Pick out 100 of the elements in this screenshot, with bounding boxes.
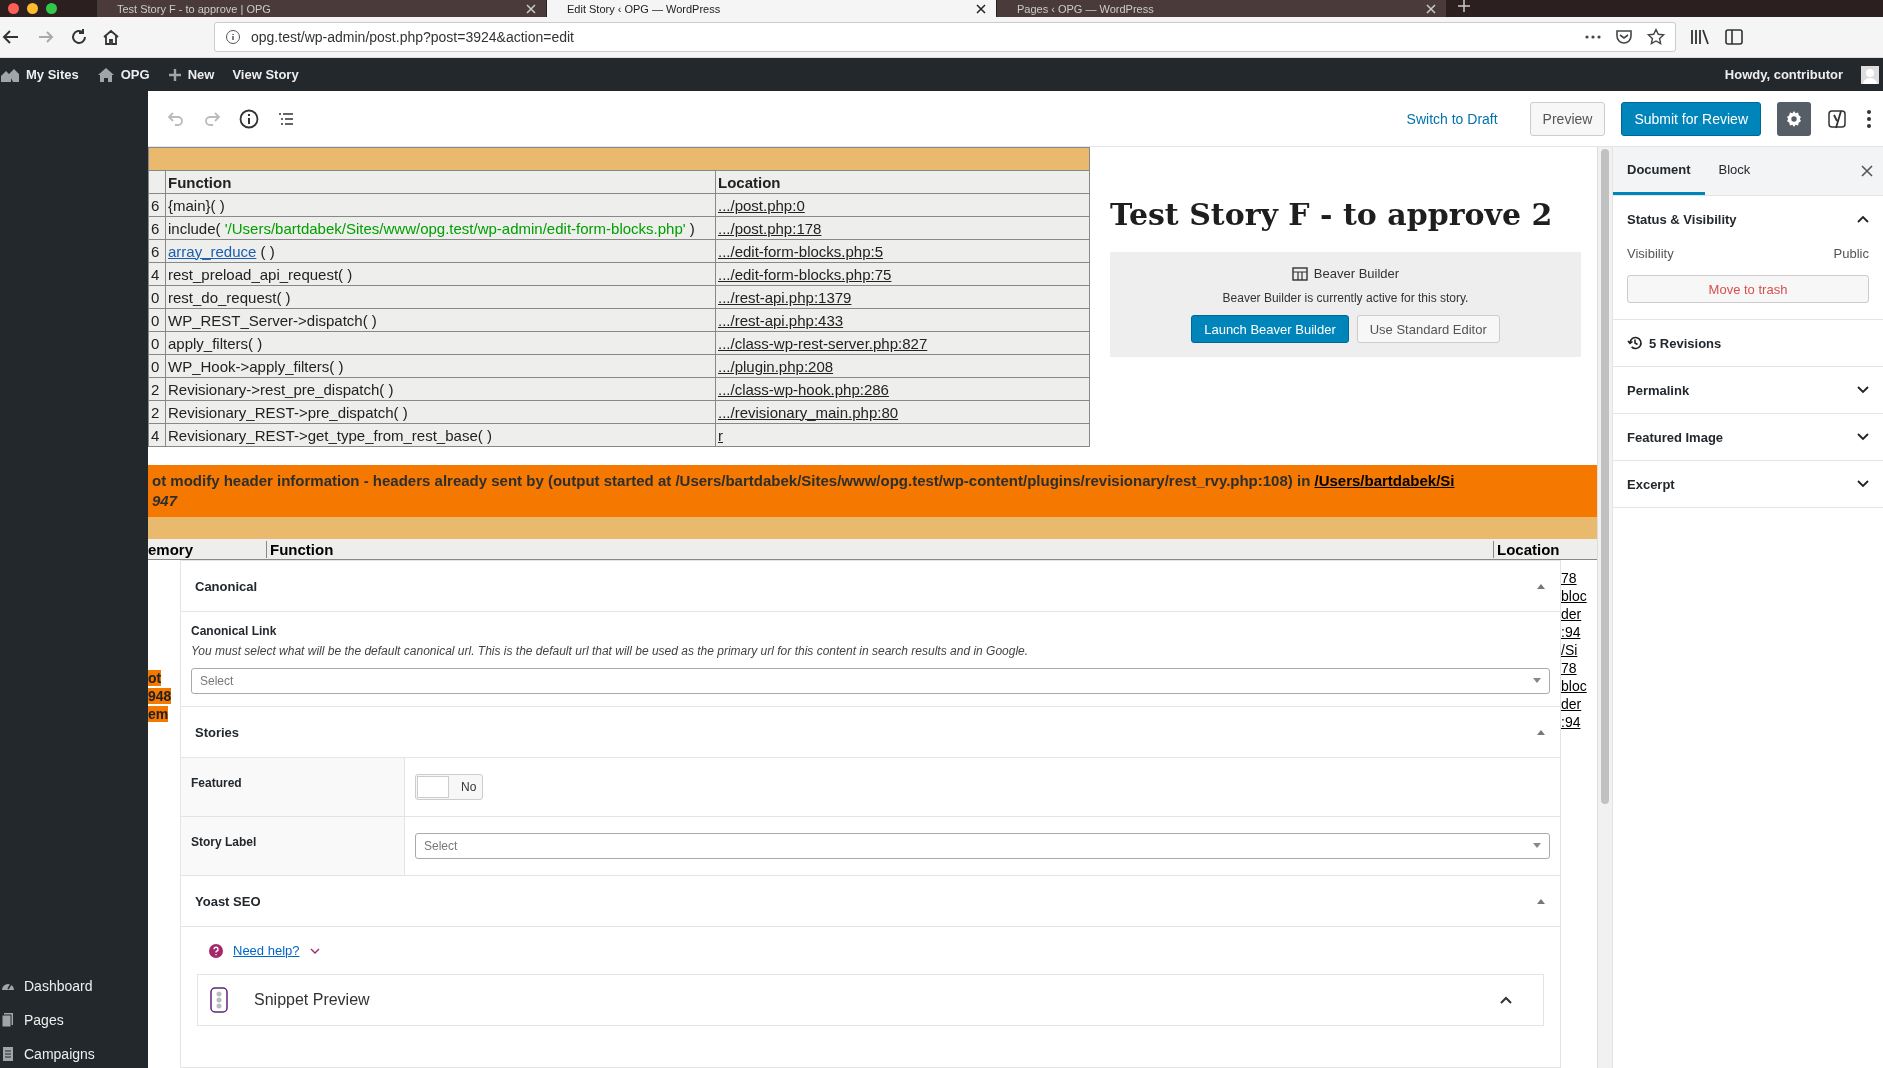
location-link[interactable]: der: [1561, 606, 1582, 622]
table-cell: 6: [148, 193, 166, 217]
story-label-select[interactable]: Select: [415, 833, 1550, 859]
table-cell: 6: [148, 216, 166, 240]
column-header: emory: [148, 540, 267, 558]
location-link[interactable]: :94: [1561, 714, 1581, 730]
houses-icon: [0, 66, 20, 83]
browser-tab[interactable]: Edit Story ‹ OPG — WordPress: [546, 0, 996, 17]
account-greeting[interactable]: Howdy, contributor: [1724, 67, 1843, 82]
chevron-up-icon[interactable]: [1499, 995, 1513, 1005]
chevron-icon[interactable]: [1857, 480, 1869, 488]
location-link[interactable]: .../class-wp-rest-server.php:827: [715, 331, 1090, 355]
avatar-icon[interactable]: [1861, 65, 1879, 84]
location-link[interactable]: .../revisionary_main.php:80: [715, 400, 1090, 424]
chevron-icon[interactable]: [1857, 215, 1869, 223]
collapse-icon[interactable]: [1536, 897, 1546, 905]
yoast-panel-header[interactable]: Yoast SEO: [181, 876, 1560, 927]
location-link[interactable]: der: [1561, 696, 1582, 712]
star-icon[interactable]: [1647, 28, 1665, 46]
chevron-icon[interactable]: [1857, 386, 1869, 394]
location-link[interactable]: 78: [1561, 660, 1577, 676]
maximize-window-icon[interactable]: [46, 3, 57, 14]
canonical-select[interactable]: Select: [191, 668, 1550, 694]
column-header: Location: [715, 170, 1090, 194]
settings-tab[interactable]: Document: [1613, 147, 1705, 195]
launch-beaver-builder-button[interactable]: Launch Beaver Builder: [1191, 315, 1349, 343]
chevron-icon[interactable]: [1857, 433, 1869, 441]
admin-bar-item[interactable]: New: [167, 67, 215, 82]
settings-button[interactable]: [1777, 101, 1811, 136]
minimize-window-icon[interactable]: [27, 3, 38, 14]
preview-button[interactable]: Preview: [1529, 101, 1606, 136]
sidebar-menu-item[interactable]: Dashboard: [0, 978, 148, 994]
library-icon[interactable]: [1690, 28, 1710, 46]
help-icon: [209, 943, 223, 958]
close-window-icon[interactable]: [8, 3, 19, 14]
admin-bar-item[interactable]: View Story: [232, 67, 299, 82]
settings-panel-header[interactable]: Permalink: [1613, 367, 1883, 414]
location-link[interactable]: .../post.php:0: [715, 193, 1090, 217]
more-options-icon[interactable]: [1865, 107, 1873, 130]
location-link[interactable]: .../post.php:178: [715, 216, 1090, 240]
function-cell: Revisionary_REST->pre_dispatch( ): [165, 400, 716, 424]
revisions-link[interactable]: 5 Revisions: [1613, 320, 1883, 367]
sidebar-menu-item[interactable]: Pages: [0, 1012, 148, 1028]
location-link[interactable]: /Si: [1561, 642, 1578, 658]
chevron-down-icon[interactable]: [309, 946, 320, 955]
pocket-icon[interactable]: [1615, 29, 1633, 45]
function-cell: WP_REST_Server->dispatch( ): [165, 308, 716, 332]
location-link[interactable]: bloc: [1561, 678, 1587, 694]
admin-bar-item[interactable]: My Sites: [0, 66, 79, 83]
location-link[interactable]: .../rest-api.php:433: [715, 308, 1090, 332]
switch-to-draft-button[interactable]: Switch to Draft: [1400, 109, 1504, 128]
visibility-value[interactable]: Public: [1833, 246, 1869, 261]
info-icon[interactable]: [238, 107, 260, 130]
table-cell: 0: [148, 285, 166, 309]
location-link[interactable]: 78: [1561, 570, 1577, 586]
table-cell: 0: [148, 354, 166, 378]
collapse-icon[interactable]: [1536, 728, 1546, 736]
move-to-trash-button[interactable]: Move to trash: [1627, 275, 1869, 303]
canonical-panel-header[interactable]: Canonical: [181, 561, 1560, 612]
sidebar-menu-item[interactable]: Campaigns: [0, 1046, 148, 1062]
home-icon: [96, 66, 115, 83]
info-icon[interactable]: [225, 29, 241, 45]
featured-toggle[interactable]: No: [415, 774, 483, 800]
location-link[interactable]: bloc: [1561, 588, 1587, 604]
close-icon[interactable]: [976, 3, 986, 14]
table-cell: 4: [148, 262, 166, 286]
submit-for-review-button[interactable]: Submit for Review: [1621, 101, 1761, 136]
text-fragment: ot: [148, 670, 162, 686]
address-bar[interactable]: opg.test/wp-admin/post.php?post=3924&action=edit: [214, 22, 1676, 52]
settings-panel-header[interactable]: Featured Image: [1613, 414, 1883, 461]
function-link[interactable]: array_reduce: [168, 242, 257, 260]
admin-bar-item[interactable]: OPG: [96, 66, 150, 83]
field-label: Canonical Link: [191, 624, 278, 638]
function-cell: {main}( ): [165, 193, 716, 217]
close-icon[interactable]: [1861, 165, 1873, 177]
need-help-link[interactable]: Need help?: [233, 943, 300, 958]
location-link[interactable]: .../edit-form-blocks.php:75: [715, 262, 1090, 286]
location-link[interactable]: .../edit-form-blocks.php:5: [715, 239, 1090, 263]
sidebar-icon[interactable]: [1724, 28, 1744, 46]
browser-tab[interactable]: Pages ‹ OPG — WordPress: [996, 0, 1446, 17]
home-icon[interactable]: [102, 28, 120, 46]
settings-panel-header[interactable]: Excerpt: [1613, 461, 1883, 508]
location-link[interactable]: r: [715, 423, 1090, 447]
use-standard-editor-button[interactable]: Use Standard Editor: [1356, 315, 1500, 343]
location-link[interactable]: .../class-wp-hook.php:286: [715, 377, 1090, 401]
location-link[interactable]: .../rest-api.php:1379: [715, 285, 1090, 309]
error-file-link[interactable]: /Users/bartdabek/Si: [1314, 472, 1455, 489]
collapse-icon[interactable]: [1536, 582, 1546, 590]
location-link[interactable]: :94: [1561, 624, 1581, 640]
scrollbar[interactable]: [1597, 147, 1612, 1068]
settings-tab[interactable]: Block: [1704, 147, 1765, 195]
status-visibility-panel-header[interactable]: Status & Visibility: [1627, 196, 1869, 242]
dropdown-icon: [1533, 843, 1541, 849]
text-fragment: 948: [148, 688, 172, 704]
location-link[interactable]: .../plugin.php:208: [715, 354, 1090, 378]
snippet-preview-header[interactable]: Snippet Preview: [197, 974, 1544, 1026]
more-icon[interactable]: [1585, 35, 1601, 39]
browser-tab[interactable]: Test Story F - to approve | OPG: [96, 0, 546, 17]
reload-icon[interactable]: [70, 28, 88, 46]
post-title[interactable]: Test Story F - to approve 2: [1110, 197, 1581, 232]
